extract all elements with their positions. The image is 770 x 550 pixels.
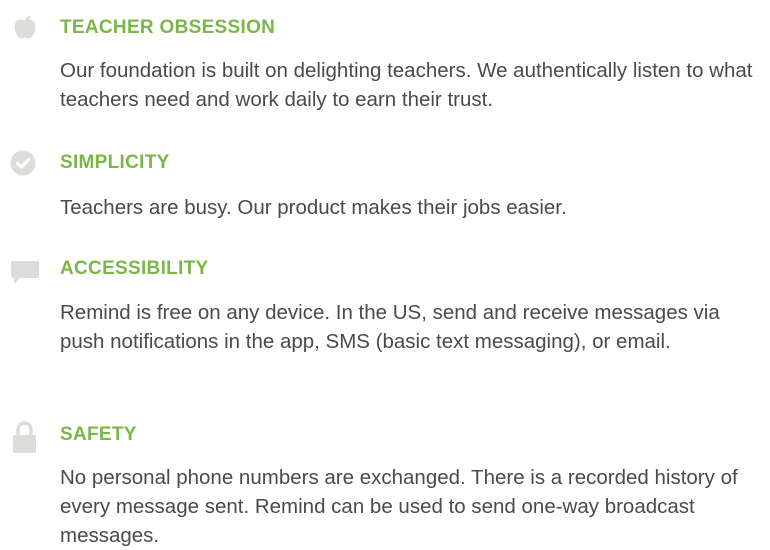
padlock-icon [10,421,40,453]
value-title: TEACHER OBSESSION [60,17,276,38]
value-description: Remind is free on any device. In the US,… [60,301,720,353]
value-description: No personal phone numbers are exchanged.… [60,466,738,547]
values-list: TEACHER OBSESSION Our foundation is buil… [0,0,770,547]
chat-bubble-icon [10,256,40,286]
value-description: Our foundation is built on delighting te… [60,59,753,111]
checkmark-circle-icon [10,148,40,178]
value-title: SAFETY [60,424,137,445]
value-title: ACCESSIBILITY [60,258,209,279]
value-title: SIMPLICITY [60,152,170,173]
apple-icon [10,13,40,43]
value-description: Teachers are busy. Our product makes the… [60,196,567,219]
